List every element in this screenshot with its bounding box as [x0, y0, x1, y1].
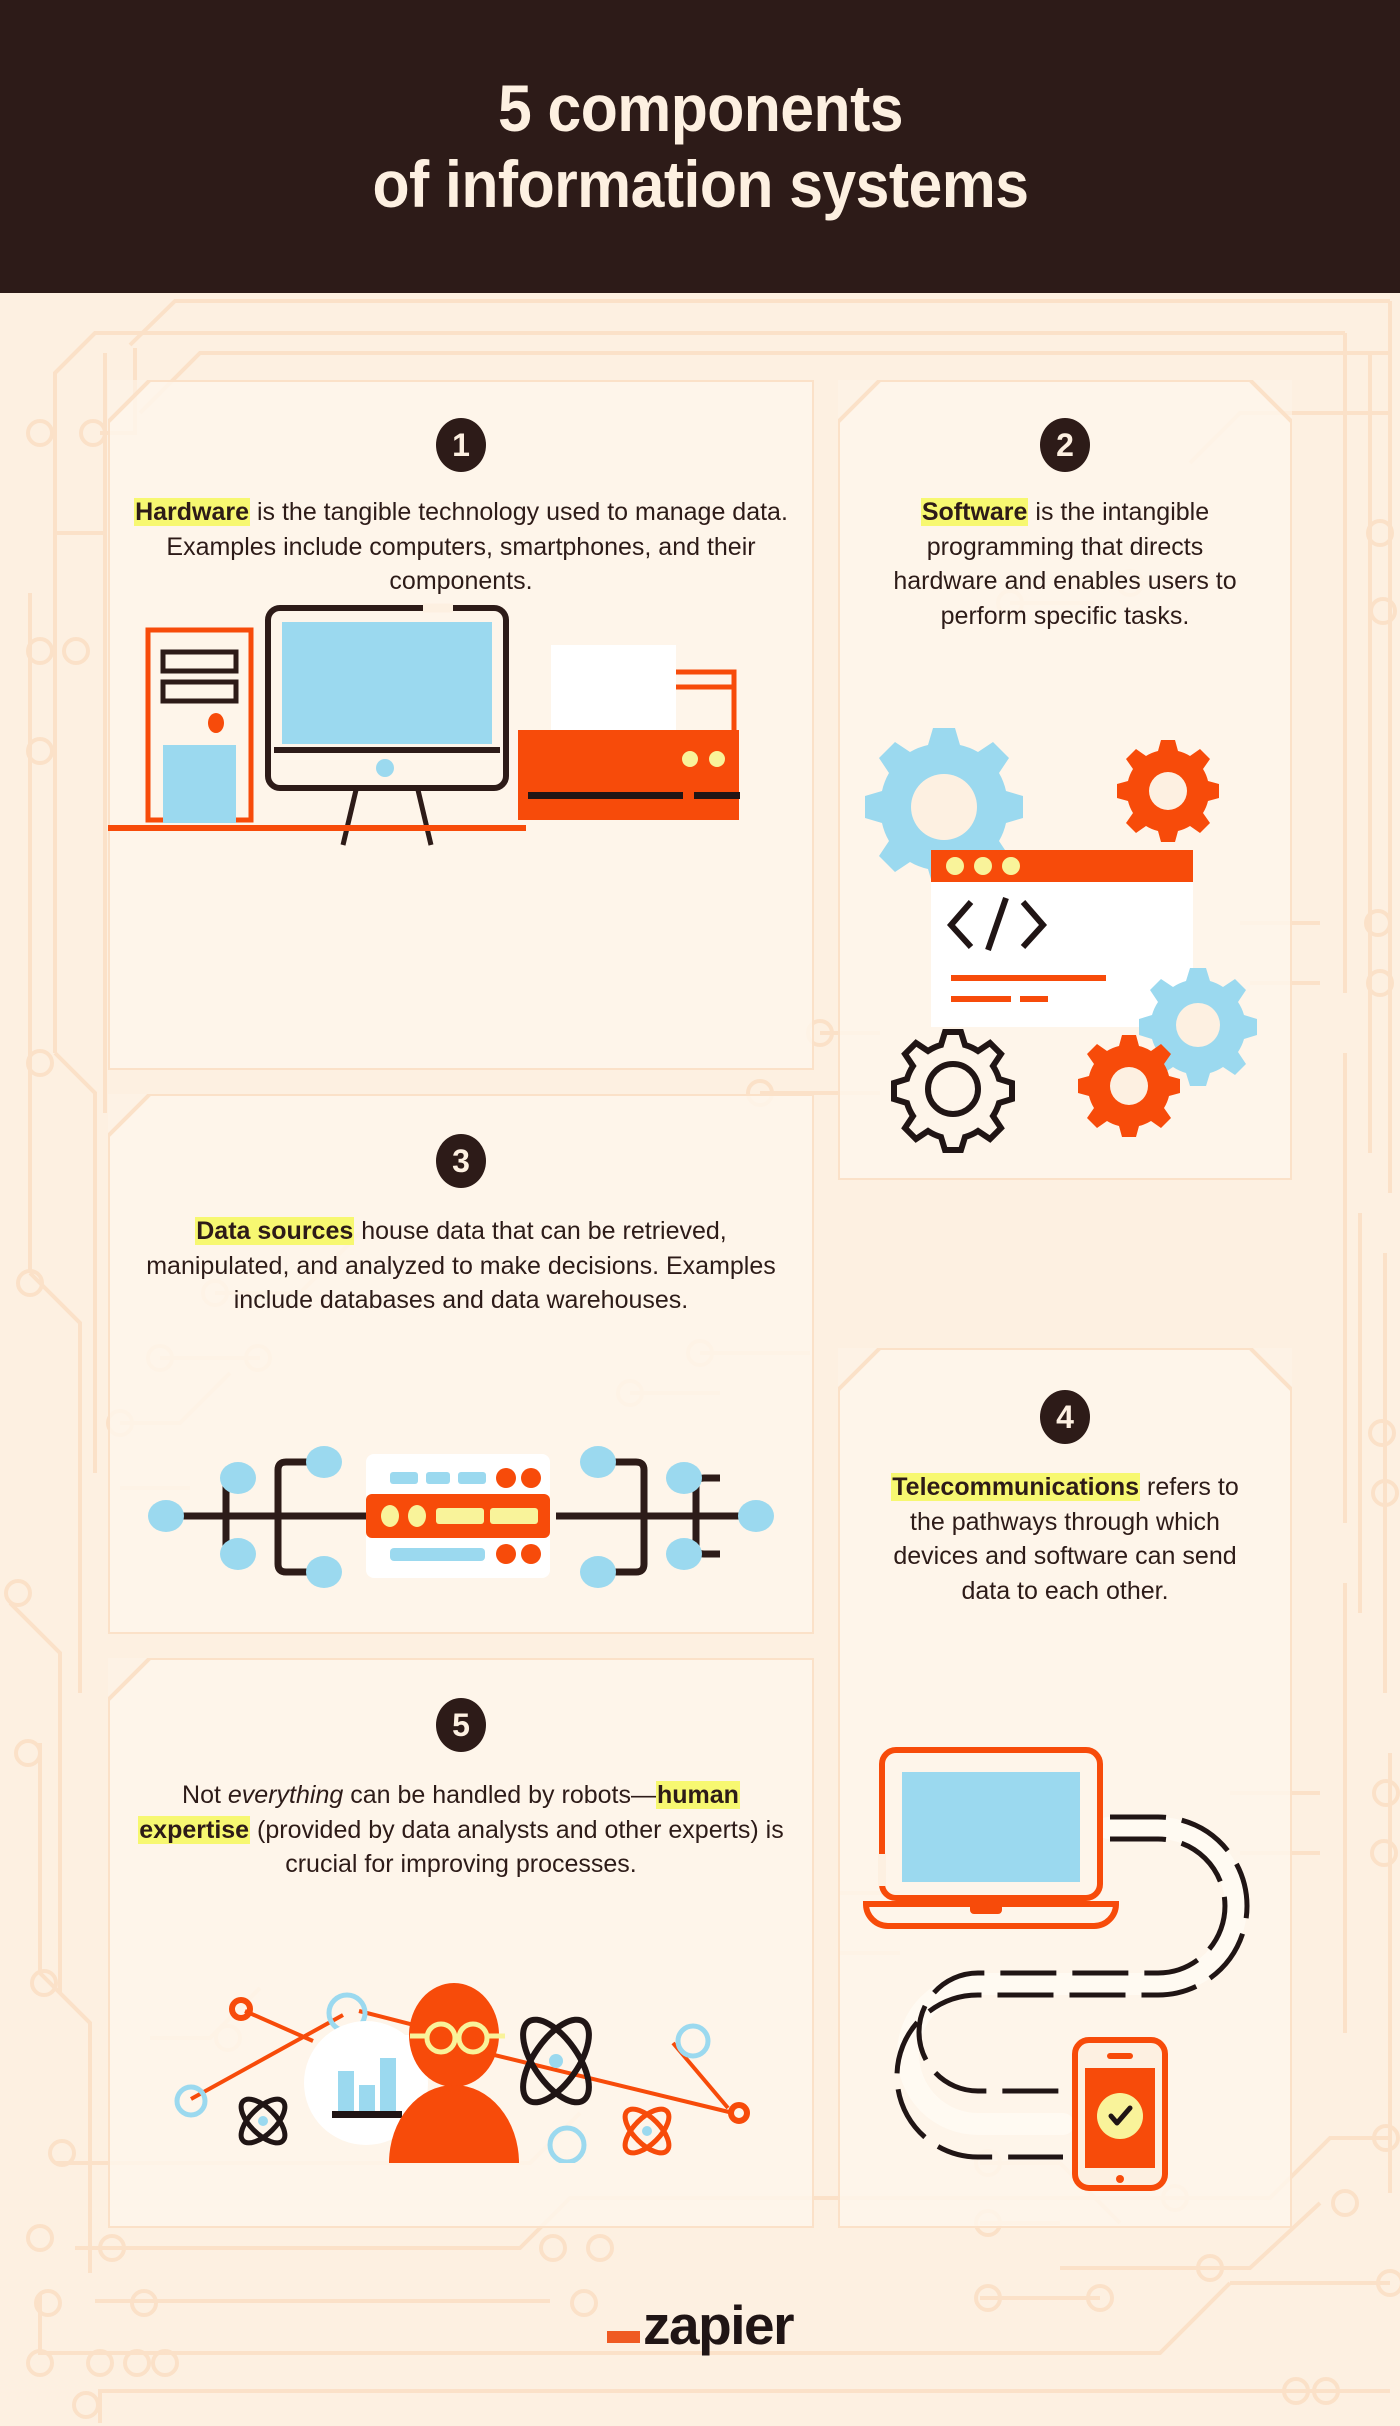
card-body-text: Not everything can be handled by robots—…	[108, 1778, 814, 1882]
logo-mark: zapier	[607, 2293, 794, 2356]
node-ring-blue	[174, 2084, 208, 2118]
card-number-badge: 5	[436, 1698, 486, 1752]
logo-underscore-icon	[607, 2331, 641, 2344]
highlighted-term: Hardware	[134, 498, 251, 526]
card-telecommunications: 4 Telecommunications refers to the pathw…	[838, 1348, 1292, 2228]
header-banner: 5 components of information systems	[0, 0, 1400, 293]
card-software: 2 Software is the intangible programming…	[838, 380, 1292, 1180]
node-ring-orange	[728, 2102, 750, 2124]
logo-wordmark: zapier	[643, 2293, 794, 2356]
laptop-phone-cable-illustration	[862, 1747, 1250, 2191]
card-body-rest: (provided by data analysts and other exp…	[250, 1815, 784, 1879]
card-body-text: Telecommunications refers to the pathway…	[838, 1470, 1292, 1608]
smartphone-icon	[1072, 2037, 1168, 2191]
data-analyst-network-illustration	[174, 1983, 750, 2163]
page-title: 5 components of information systems	[372, 70, 1028, 221]
card-body-text: Data sources house data that can be retr…	[108, 1214, 814, 1318]
node-ring-blue	[547, 2125, 587, 2163]
card-body-text: Software is the intangible programming t…	[838, 495, 1292, 633]
card-body-italic: everything	[227, 1781, 344, 1809]
code-window-gears-illustration	[865, 728, 1257, 1153]
card-human-expertise: 5 Not everything can be handled by robot…	[108, 1658, 814, 2228]
card-number-badge: 4	[1040, 1390, 1090, 1444]
highlighted-term: Software	[920, 498, 1029, 526]
infographic-page: 5 components of information systems 1 Ha…	[0, 0, 1400, 2426]
card-number-badge: 1	[436, 418, 486, 472]
card-body-text: Hardware is the tangible technology used…	[108, 495, 814, 599]
card-number-badge: 2	[1040, 418, 1090, 472]
highlighted-term: Data sources	[195, 1217, 355, 1245]
server-network-nodes-illustration	[148, 1446, 774, 1588]
node-ring-blue	[675, 2023, 711, 2059]
laptop-icon	[862, 1747, 1120, 1929]
card-number-badge: 3	[436, 1134, 486, 1188]
gear-outline	[891, 1029, 1015, 1153]
card-body-lead: Not	[182, 1781, 228, 1809]
card-data-sources: 3 Data sources house data that can be re…	[108, 1094, 814, 1634]
card-hardware: 1 Hardware is the tangible technology us…	[108, 380, 814, 1070]
highlighted-term: Telecommunications	[891, 1473, 1141, 1501]
card-body-rest: is the tangible technology used to manag…	[166, 498, 788, 595]
card-body-middle: can be handled by robots—	[343, 1781, 656, 1809]
node-ring-orange	[229, 1997, 253, 2021]
desktop-computer-tower-printer-illustration	[108, 603, 740, 846]
zapier-logo[interactable]: zapier	[0, 2290, 1400, 2360]
